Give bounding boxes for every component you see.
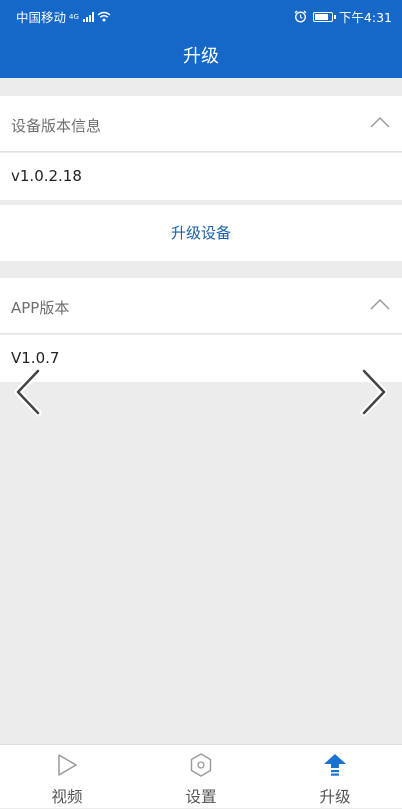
upgrade-arrow-icon — [324, 754, 346, 776]
bottom-tab-bar: 视频 设置 升级 — [0, 744, 402, 808]
app-version-header[interactable]: APP版本 — [0, 278, 402, 334]
tab-settings-label: 设置 — [185, 788, 217, 806]
device-version-value: v1.0.2.18 — [11, 167, 82, 185]
network-type-label: 4G — [69, 12, 79, 21]
chevron-up-icon — [370, 116, 390, 128]
app-version-label: APP版本 — [11, 299, 70, 317]
chevron-up-icon — [370, 298, 390, 310]
signal-icon — [82, 11, 94, 22]
device-version-label: 设备版本信息 — [11, 117, 102, 135]
status-time: 下午4:31 — [338, 10, 392, 25]
tab-upgrade-label: 升级 — [319, 788, 351, 806]
status-bar: 中国移动 4G 下午4:31 — [0, 0, 402, 28]
device-version-header[interactable]: 设备版本信息 — [0, 96, 402, 152]
battery-icon — [312, 11, 336, 22]
carrier-label: 中国移动 — [16, 10, 67, 25]
play-icon — [58, 754, 77, 776]
tab-settings[interactable]: 设置 — [134, 745, 268, 809]
upgrade-device-button[interactable]: 升级设备 — [0, 205, 402, 261]
previous-arrow-icon[interactable] — [10, 365, 46, 419]
next-arrow-icon[interactable] — [356, 365, 392, 419]
tab-video[interactable]: 视频 — [0, 745, 134, 809]
app-version-row: V1.0.7 — [0, 335, 402, 382]
alarm-icon — [294, 10, 307, 23]
page-title: 升级 — [183, 46, 219, 67]
settings-icon — [190, 753, 212, 777]
wifi-icon — [97, 11, 111, 22]
tab-video-label: 视频 — [51, 788, 83, 806]
tab-upgrade[interactable]: 升级 — [268, 745, 402, 809]
device-version-row: v1.0.2.18 — [0, 153, 402, 200]
